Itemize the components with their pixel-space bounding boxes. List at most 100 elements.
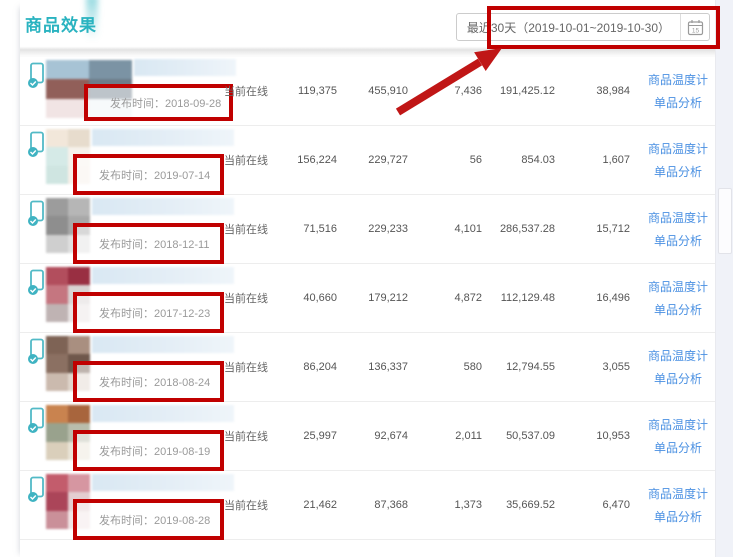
metric-value-4: 12,794.55: [482, 333, 555, 401]
metric-value-5: 6,470: [567, 471, 630, 539]
device-check-icon: [27, 407, 47, 434]
product-table: 发布时间：2018-09-28 当前在线 119,375 455,910 7,4…: [20, 57, 715, 540]
row-actions: 商品温度计 单品分析: [638, 195, 718, 263]
link-product-thermometer[interactable]: 商品温度计: [648, 139, 708, 159]
row-actions: 商品温度计 单品分析: [638, 471, 718, 539]
metric-value-1: 25,997: [260, 402, 337, 470]
metric-value-1: 40,660: [260, 264, 337, 332]
link-single-product-analysis[interactable]: 单品分析: [654, 93, 702, 113]
product-title-blurred: [92, 336, 234, 353]
metric-value-4: 35,669.52: [482, 471, 555, 539]
metric-value-5: 10,953: [567, 402, 630, 470]
device-check-icon: [27, 269, 47, 296]
metric-value-1: 119,375: [260, 57, 337, 125]
product-title-blurred: [92, 474, 234, 491]
metric-value-3: 4,101: [418, 195, 482, 263]
header-divider: [20, 44, 715, 57]
metric-value-2: 229,233: [342, 195, 408, 263]
product-effect-panel: 商品效果 最近30天（2019-10-01~2019-10-30） 15: [20, 0, 715, 557]
annotation-box-publish-date: 发布时间：2019-08-19: [73, 430, 224, 471]
metric-value-3: 1,373: [418, 471, 482, 539]
link-product-thermometer[interactable]: 商品温度计: [648, 346, 708, 366]
row-actions: 商品温度计 单品分析: [638, 333, 718, 401]
publish-date: 发布时间：2018-12-11: [77, 236, 209, 252]
link-product-thermometer[interactable]: 商品温度计: [648, 484, 708, 504]
device-check-icon: [27, 200, 47, 227]
product-row: 发布时间：2019-07-14 当前在线 156,224 229,727 56 …: [20, 126, 715, 195]
metric-value-3: 7,436: [418, 57, 482, 125]
metric-value-2: 92,674: [342, 402, 408, 470]
date-range-picker[interactable]: 最近30天（2019-10-01~2019-10-30） 15: [456, 13, 710, 41]
publish-date: 发布时间：2019-08-28: [77, 512, 210, 528]
product-title-blurred: [92, 267, 234, 284]
row-actions: 商品温度计 单品分析: [638, 264, 718, 332]
link-single-product-analysis[interactable]: 单品分析: [654, 162, 702, 182]
product-title-blurred: [134, 59, 236, 76]
metric-value-2: 136,337: [342, 333, 408, 401]
product-row: 发布时间：2018-12-11 当前在线 71,516 229,233 4,10…: [20, 195, 715, 264]
publish-date: 发布时间：2018-09-28: [88, 95, 221, 111]
metric-value-3: 2,011: [418, 402, 482, 470]
calendar-icon[interactable]: 15: [680, 14, 709, 40]
row-actions: 商品温度计 单品分析: [638, 57, 718, 125]
link-single-product-analysis[interactable]: 单品分析: [654, 300, 702, 320]
annotation-box-publish-date: 发布时间：2018-12-11: [73, 223, 224, 264]
link-product-thermometer[interactable]: 商品温度计: [648, 415, 708, 435]
product-row: 发布时间：2019-08-19 当前在线 25,997 92,674 2,011…: [20, 402, 715, 471]
product-row: 发布时间：2019-08-28 当前在线 21,462 87,368 1,373…: [20, 471, 715, 540]
metric-value-4: 191,425.12: [482, 57, 555, 125]
device-check-icon: [27, 62, 47, 89]
link-product-thermometer[interactable]: 商品温度计: [648, 70, 708, 90]
annotation-box-publish-date: 发布时间：2019-07-14: [73, 154, 224, 195]
metric-value-2: 455,910: [342, 57, 408, 125]
device-check-icon: [27, 476, 47, 503]
panel-header: 商品效果 最近30天（2019-10-01~2019-10-30） 15: [20, 0, 715, 44]
metric-value-5: 16,496: [567, 264, 630, 332]
metric-value-3: 580: [418, 333, 482, 401]
product-title-blurred: [92, 129, 234, 146]
scrollbar-thumb[interactable]: [718, 188, 732, 254]
metric-value-4: 50,537.09: [482, 402, 555, 470]
metric-value-5: 38,984: [567, 57, 630, 125]
product-row: 发布时间：2017-12-23 当前在线 40,660 179,212 4,87…: [20, 264, 715, 333]
link-product-thermometer[interactable]: 商品温度计: [648, 208, 708, 228]
product-row: 发布时间：2018-08-24 当前在线 86,204 136,337 580 …: [20, 333, 715, 402]
metric-value-1: 156,224: [260, 126, 337, 194]
metric-value-1: 86,204: [260, 333, 337, 401]
row-actions: 商品温度计 单品分析: [638, 126, 718, 194]
link-product-thermometer[interactable]: 商品温度计: [648, 277, 708, 297]
publish-date: 发布时间：2018-08-24: [77, 374, 210, 390]
annotation-box-publish-date: 发布时间：2017-12-23: [73, 292, 224, 333]
page-title: 商品效果: [25, 11, 97, 36]
metric-value-2: 229,727: [342, 126, 408, 194]
metric-value-2: 179,212: [342, 264, 408, 332]
link-single-product-analysis[interactable]: 单品分析: [654, 438, 702, 458]
metric-value-4: 286,537.28: [482, 195, 555, 263]
metric-value-5: 15,712: [567, 195, 630, 263]
publish-date: 发布时间：2019-07-14: [77, 167, 210, 183]
metric-value-4: 112,129.48: [482, 264, 555, 332]
link-single-product-analysis[interactable]: 单品分析: [654, 231, 702, 251]
date-range-value[interactable]: 最近30天（2019-10-01~2019-10-30）: [457, 14, 680, 40]
device-check-icon: [27, 131, 47, 158]
link-single-product-analysis[interactable]: 单品分析: [654, 507, 702, 527]
metric-value-1: 21,462: [260, 471, 337, 539]
metric-value-2: 87,368: [342, 471, 408, 539]
annotation-box-publish-date: 发布时间：2019-08-28: [73, 499, 224, 540]
publish-date: 发布时间：2019-08-19: [77, 443, 210, 459]
calendar-day-text: 15: [691, 27, 699, 34]
metric-value-4: 854.03: [482, 126, 555, 194]
product-row: 发布时间：2018-09-28 当前在线 119,375 455,910 7,4…: [20, 57, 715, 126]
metric-value-3: 4,872: [418, 264, 482, 332]
annotation-box-publish-date: 发布时间：2018-08-24: [73, 361, 224, 402]
link-single-product-analysis[interactable]: 单品分析: [654, 369, 702, 389]
metric-value-3: 56: [418, 126, 482, 194]
product-title-blurred: [92, 405, 234, 422]
metric-value-5: 1,607: [567, 126, 630, 194]
row-actions: 商品温度计 单品分析: [638, 402, 718, 470]
publish-date: 发布时间：2017-12-23: [77, 305, 210, 321]
product-title-blurred: [92, 198, 234, 215]
device-check-icon: [27, 338, 47, 365]
metric-value-5: 3,055: [567, 333, 630, 401]
metric-value-1: 71,516: [260, 195, 337, 263]
